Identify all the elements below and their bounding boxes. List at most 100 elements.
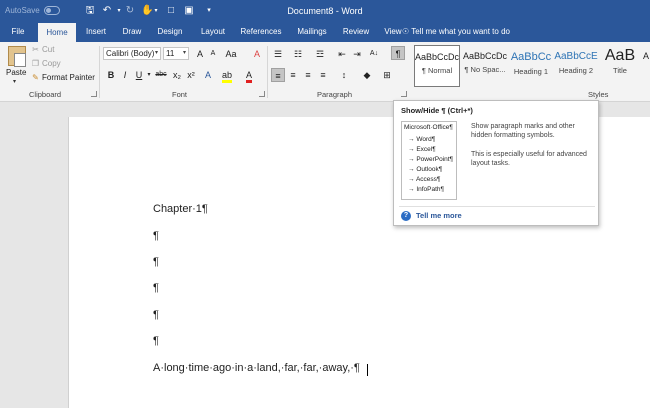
increase-indent-button[interactable]: ⇥ [350, 47, 364, 61]
tab-mailings[interactable]: Mailings [292, 22, 332, 42]
chevron-down-icon: ▾ [154, 50, 158, 56]
doc-paragraph[interactable]: ¶ [153, 256, 159, 268]
clear-formatting-button[interactable]: A [250, 47, 264, 61]
italic-button[interactable]: I [118, 68, 132, 82]
bullets-icon: ☰ [273, 49, 283, 59]
illustration-heading: Microsoft·Office¶ [404, 124, 453, 131]
font-family-select[interactable]: Calibri (Body) ▾ [103, 47, 161, 60]
illustration-item-label: Word¶ [416, 136, 436, 143]
illustration-item: → Word¶ [408, 136, 436, 143]
tab-layout[interactable]: Layout [195, 22, 231, 42]
align-right-button[interactable]: ≡ [301, 68, 315, 82]
bullets-button[interactable]: ☰ [271, 47, 285, 61]
lightbulb-icon: ☉ [402, 27, 410, 36]
illustration-item-label: PowerPoint¶ [416, 156, 454, 163]
tab-draw[interactable]: Draw [118, 22, 146, 42]
strikethrough-icon: abc [155, 71, 167, 78]
doc-paragraph[interactable]: ¶ [153, 335, 159, 347]
font-group-label: Font [172, 90, 188, 99]
font-family-value: Calibri (Body) [106, 49, 155, 58]
align-center-button[interactable]: ≡ [286, 68, 300, 82]
tell-me-box[interactable]: ☉ Tell me what you want to do [402, 22, 510, 42]
style-no-spacing[interactable]: AaBbCcDc ¶ No Spac... [462, 45, 508, 87]
style-name: Heading 1 [513, 67, 549, 76]
align-left-button[interactable]: ≡ [271, 68, 285, 82]
font-size-value: 11 [166, 49, 175, 58]
illustration-item-label: Access¶ [415, 176, 441, 183]
illustration-item: → Access¶ [408, 176, 441, 183]
tooltip-description: Show paragraph marks and other hidden fo… [471, 123, 575, 139]
paste-button[interactable]: Paste [6, 68, 26, 77]
strikethrough-button[interactable]: abc [152, 68, 170, 82]
shading-button[interactable]: ◆ [360, 68, 374, 82]
copy-label: Copy [42, 59, 61, 68]
align-left-icon: ≡ [275, 71, 281, 81]
doc-paragraph[interactable]: ¶ [153, 309, 159, 321]
font-color-icon: A [245, 70, 252, 83]
clipboard-launcher-icon[interactable] [91, 91, 97, 97]
italic-icon: I [123, 70, 127, 80]
change-case-button[interactable]: Aa [222, 47, 240, 61]
justify-button[interactable]: ≡ [316, 68, 330, 82]
tab-insert[interactable]: Insert [80, 22, 112, 42]
illustration-item-label: Excel¶ [416, 146, 436, 153]
tab-design[interactable]: Design [152, 22, 188, 42]
show-hide-button[interactable]: ¶ [391, 46, 405, 60]
paragraph-group-label: Paragraph [317, 90, 353, 99]
style-heading-1[interactable]: AaBbCc Heading 1 [509, 45, 553, 87]
style-subtitle[interactable]: A [642, 45, 650, 87]
style-preview: A [642, 51, 649, 61]
align-center-icon: ≡ [290, 70, 296, 80]
help-icon[interactable]: ? [401, 211, 411, 221]
highlight-button[interactable]: ab [220, 68, 234, 83]
decrease-indent-button[interactable]: ⇤ [335, 47, 349, 61]
tab-home[interactable]: Home [38, 23, 76, 42]
style-normal[interactable]: AaBbCcDc ¶ Normal [414, 45, 460, 87]
document-title: Document8 - Word [287, 6, 363, 16]
doc-paragraph[interactable]: A·long·time·ago·in·a·land,·far,·far,·awa… [153, 362, 360, 374]
chevron-down-icon: ▾ [182, 50, 186, 56]
style-preview: AaBbCcDc [415, 52, 459, 62]
bold-icon: B [107, 70, 115, 80]
cut-button[interactable]: ✂ Cut [31, 45, 54, 54]
tell-me-more-link[interactable]: Tell me more [416, 211, 462, 220]
borders-button[interactable]: ⊞ [380, 68, 394, 82]
font-size-select[interactable]: 11 ▾ [163, 47, 189, 60]
grow-font-button[interactable]: A [193, 47, 207, 61]
borders-icon: ⊞ [383, 70, 391, 80]
show-hide-tooltip: Show/Hide ¶ (Ctrl+*) Microsoft·Office¶ →… [393, 100, 599, 226]
tab-references[interactable]: References [238, 22, 284, 42]
justify-icon: ≡ [320, 70, 326, 80]
highlighter-icon: ab [221, 70, 232, 83]
superscript-button[interactable]: x² [184, 68, 198, 82]
tab-file[interactable]: File [5, 22, 31, 42]
font-launcher-icon[interactable] [259, 91, 265, 97]
paragraph-launcher-icon[interactable] [401, 91, 407, 97]
style-title[interactable]: AaB Title [600, 45, 640, 87]
style-preview: AaBbCc [510, 51, 552, 63]
subscript-button[interactable]: x₂ [170, 68, 184, 82]
copy-button[interactable]: ❐ Copy [31, 59, 61, 68]
bold-button[interactable]: B [104, 68, 118, 82]
numbering-button[interactable]: ☷ [291, 47, 305, 61]
paste-icon[interactable] [8, 46, 26, 67]
font-color-button[interactable]: A [242, 68, 256, 83]
tooltip-description: This is especially useful for advanced l… [471, 151, 587, 167]
style-heading-2[interactable]: AaBbCcE Heading 2 [554, 45, 598, 87]
format-painter-button[interactable]: ✎ Format Painter [31, 73, 95, 82]
paste-dropdown-icon[interactable]: ▾ [13, 78, 16, 85]
doc-paragraph[interactable]: ¶ [153, 282, 159, 294]
styles-group-label: Styles [588, 90, 609, 99]
doc-paragraph[interactable]: Chapter·1¶ [153, 203, 208, 215]
tooltip-divider [399, 206, 595, 207]
multilevel-list-button[interactable]: ☲ [313, 47, 327, 61]
line-spacing-button[interactable]: ↕ [337, 68, 351, 82]
paintbrush-icon: ✎ [32, 73, 39, 82]
tab-review[interactable]: Review [339, 22, 373, 42]
sort-button[interactable]: A↓ [367, 47, 381, 61]
text-effects-button[interactable]: A [201, 68, 215, 82]
doc-paragraph[interactable]: ¶ [153, 230, 159, 242]
shrink-font-button[interactable]: A [206, 47, 220, 61]
tooltip-illustration: Microsoft·Office¶ → Word¶ → Excel¶ → Pow… [401, 121, 457, 200]
ribbon-tabs: File Home Insert Draw Design Layout Refe… [0, 22, 650, 42]
